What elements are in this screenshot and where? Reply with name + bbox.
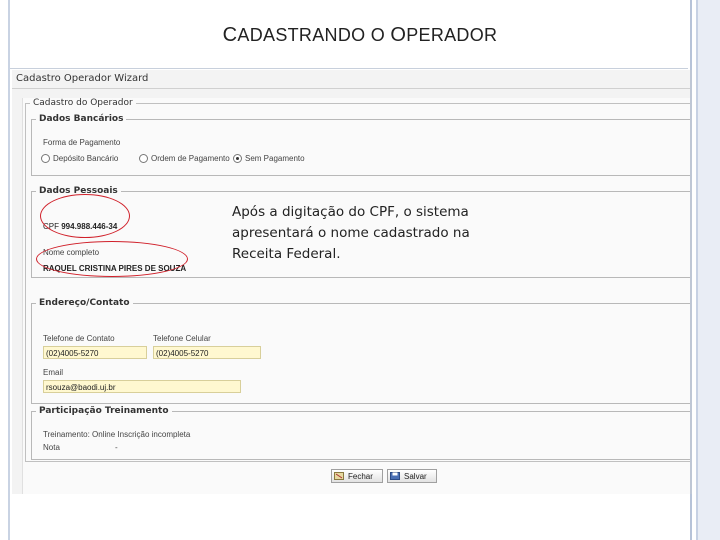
phone-label: Telefone de Contato	[43, 334, 115, 343]
mobile-label: Telefone Celular	[153, 334, 211, 343]
close-button-label: Fechar	[348, 472, 373, 481]
name-highlight-oval	[36, 241, 188, 277]
save-icon	[390, 472, 400, 480]
save-button-label: Salvar	[404, 472, 427, 481]
payment-method-label: Forma de Pagamento	[43, 138, 121, 147]
mobile-input[interactable]: (02)4005-5270	[153, 346, 261, 359]
cpf-highlight-oval	[40, 194, 130, 238]
email-label: Email	[43, 368, 64, 377]
slide-title: CADASTRANDO O OPERADOR	[222, 24, 498, 46]
cadastro-operador-legend: Cadastro do Operador	[33, 98, 133, 108]
slide-left-border	[8, 0, 10, 540]
wizard-title: Cadastro Operador Wizard	[16, 73, 149, 84]
phone-input[interactable]: (02)4005-5270	[43, 346, 147, 359]
title-divider	[10, 68, 688, 69]
close-icon	[334, 472, 344, 480]
dados-bancarios-fieldset: Dados Bancários	[31, 114, 690, 176]
grade-label: Nota	[43, 443, 60, 452]
callout-text: Após a digitação do CPF, o sistema apres…	[232, 204, 470, 262]
radio-label-ordem: Ordem de Pagamento	[151, 154, 230, 163]
wizard-title-divider	[12, 88, 690, 89]
radio-label-sem: Sem Pagamento	[245, 154, 305, 163]
radio-label-deposito: Depósito Bancário	[53, 154, 119, 163]
email-input[interactable]: rsouza@baodi.uj.br	[43, 380, 241, 393]
wizard-content: Cadastro do Operador Dados Bancários For…	[22, 98, 690, 494]
close-button[interactable]: Fechar	[331, 469, 383, 483]
save-button[interactable]: Salvar	[387, 469, 437, 483]
radio-sem-pagamento[interactable]	[233, 154, 242, 163]
slide-right-border	[688, 0, 720, 540]
radio-deposito-bancario[interactable]	[41, 154, 50, 163]
training-status-label: Treinamento: Online Inscrição incompleta	[43, 430, 191, 439]
dados-bancarios-legend: Dados Bancários	[39, 114, 124, 124]
treinamento-legend: Participação Treinamento	[39, 406, 169, 416]
radio-ordem-pagamento[interactable]	[139, 154, 148, 163]
endereco-contato-legend: Endereço/Contato	[39, 298, 130, 308]
grade-value: -	[115, 443, 118, 452]
wizard-screenshot: Cadastro Operador Wizard Cadastro do Ope…	[12, 70, 692, 494]
